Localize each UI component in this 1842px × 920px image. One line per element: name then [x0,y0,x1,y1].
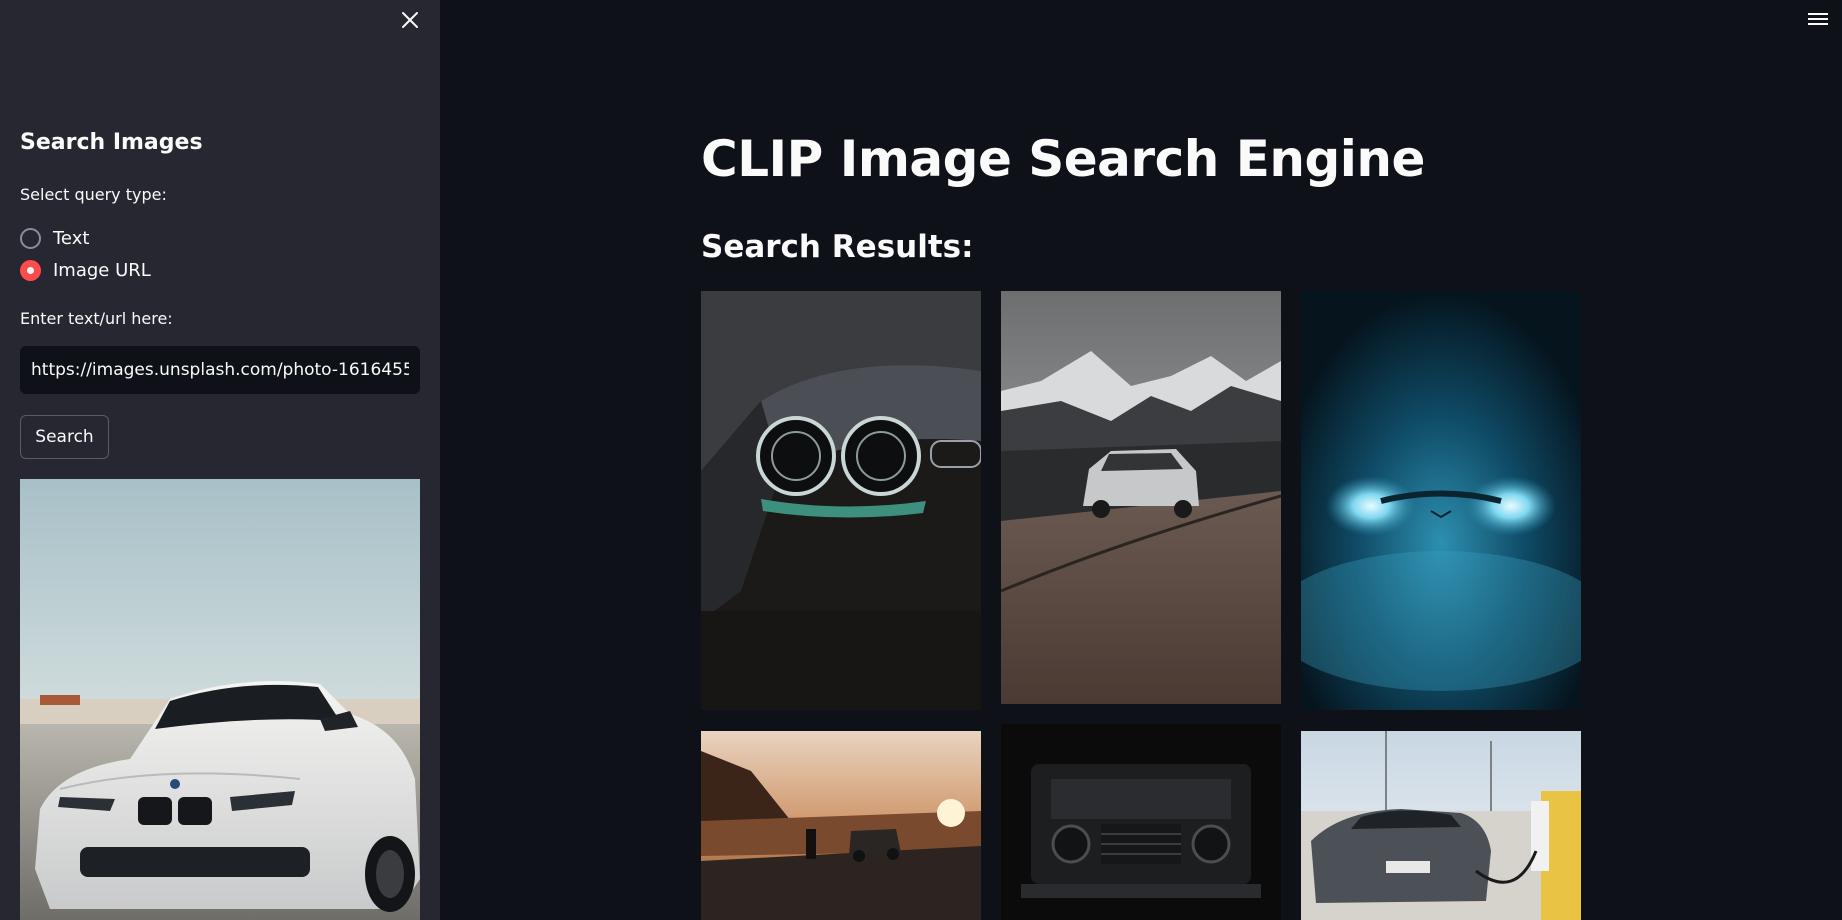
radio-option-text[interactable]: Text [20,225,89,251]
radio-button-unchecked[interactable] [20,227,41,249]
radio-option-image-url[interactable]: Image URL [20,257,151,283]
radio-label-text: Text [53,227,90,249]
search-button[interactable]: Search [20,415,109,459]
results-heading: Search Results: [701,229,974,265]
result-image-4[interactable] [701,731,981,920]
close-sidebar-button[interactable] [398,8,422,32]
page-title: CLIP Image Search Engine [701,130,1425,188]
result-image-2[interactable] [1001,291,1281,704]
query-input[interactable] [20,346,420,394]
query-type-label: Select query type: [20,185,167,204]
sidebar-title: Search Images [20,130,203,155]
query-input-label: Enter text/url here: [20,309,173,328]
hamburger-menu-icon [1808,13,1830,25]
query-image-preview [20,479,420,920]
radio-label-image-url: Image URL [53,259,151,281]
radio-button-checked[interactable] [20,259,41,281]
result-image-6[interactable] [1301,731,1581,920]
close-icon [402,12,418,28]
result-image-1[interactable] [701,291,981,710]
sidebar: Search Images Select query type: Text Im… [0,0,440,920]
result-image-5[interactable] [1001,724,1281,920]
result-image-3[interactable] [1301,291,1581,710]
hamburger-menu-button[interactable] [1808,10,1830,30]
